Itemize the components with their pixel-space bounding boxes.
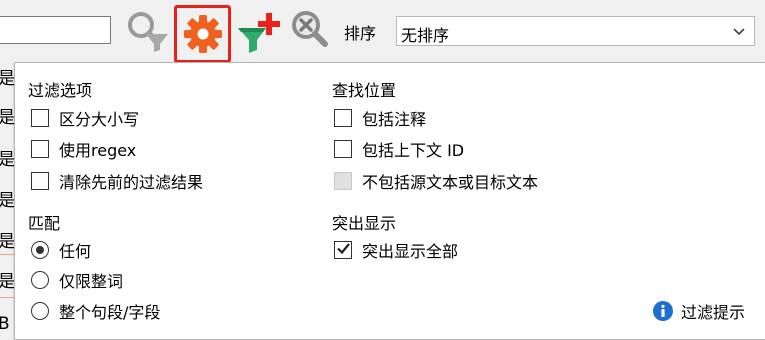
sort-dropdown-value: 无排序 xyxy=(401,26,450,45)
match-any-radio[interactable]: 任何 xyxy=(31,239,91,261)
clear-previous-results-checkbox[interactable]: 清除先前的过滤结果 xyxy=(31,170,203,192)
filter-tips-link[interactable]: 过滤提示 xyxy=(652,299,745,323)
match-title: 匹配 xyxy=(28,214,61,233)
filter-toolbar: 排序 无排序 xyxy=(0,0,765,63)
sort-label: 排序 xyxy=(344,24,377,43)
checkbox-box[interactable] xyxy=(31,172,49,190)
list-item: 是 xyxy=(0,191,15,211)
radio-button[interactable] xyxy=(31,271,49,289)
exclude-source-target-checkbox: 不包括源文本或目标文本 xyxy=(334,170,538,192)
radio-button[interactable] xyxy=(31,302,49,320)
match-whole-segment-radio[interactable]: 整个句段/字段 xyxy=(31,300,160,322)
list-item: 是 xyxy=(0,108,15,128)
include-comments-checkbox[interactable]: 包括注释 xyxy=(334,107,426,129)
filter-text-input[interactable] xyxy=(0,16,111,44)
highlight-all-checkbox[interactable]: 突出显示全部 xyxy=(334,239,458,261)
include-context-id-checkbox[interactable]: 包括上下文 ID xyxy=(334,138,464,160)
checkbox-box[interactable] xyxy=(334,241,352,259)
list-item: B xyxy=(0,314,10,334)
filter-options-panel: 过滤选项 区分大小写 使用regex 清除先前的过滤结果 匹配 任何 仅限整词 … xyxy=(14,62,765,340)
filter-settings-button[interactable] xyxy=(174,5,231,63)
sort-dropdown[interactable]: 无排序 xyxy=(396,16,755,46)
match-whole-word-radio[interactable]: 仅限整词 xyxy=(31,269,123,291)
list-item: 是 xyxy=(0,150,15,170)
filter-options-title: 过滤选项 xyxy=(28,81,93,100)
info-icon xyxy=(652,301,673,321)
list-item: 是 xyxy=(0,69,15,89)
use-regex-checkbox[interactable]: 使用regex xyxy=(31,138,136,160)
checkbox-box[interactable] xyxy=(31,140,49,158)
search-location-title: 查找位置 xyxy=(332,81,397,100)
divider xyxy=(0,297,14,298)
list-item: 是 xyxy=(0,232,15,252)
chevron-down-icon xyxy=(733,28,745,36)
checkbox-box[interactable] xyxy=(334,140,352,158)
radio-button[interactable] xyxy=(31,241,49,259)
gear-icon xyxy=(184,15,222,53)
search-filter-icon[interactable] xyxy=(124,8,172,56)
case-sensitive-checkbox[interactable]: 区分大小写 xyxy=(31,107,139,129)
list-item: 是 xyxy=(0,272,15,292)
divider xyxy=(0,254,14,255)
clear-filter-icon[interactable] xyxy=(288,8,336,56)
checkbox-box[interactable] xyxy=(334,109,352,127)
add-filter-icon[interactable] xyxy=(236,8,284,56)
checkmark-icon xyxy=(337,243,350,255)
checkbox-box[interactable] xyxy=(31,109,49,127)
checkbox-box xyxy=(334,172,352,190)
highlight-title: 突出显示 xyxy=(332,214,397,233)
